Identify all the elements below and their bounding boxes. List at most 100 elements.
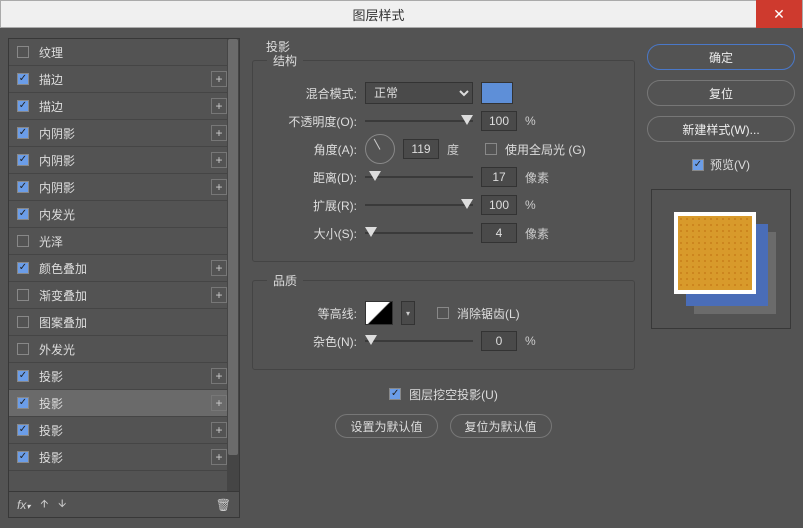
style-row[interactable]: 描边+: [9, 93, 239, 120]
style-row[interactable]: 描边+: [9, 66, 239, 93]
style-row[interactable]: 光泽: [9, 228, 239, 255]
quality-group: 品质 等高线: ▾ 消除锯齿(L) 杂色(N): %: [252, 272, 635, 370]
add-effect-icon[interactable]: +: [211, 395, 227, 411]
style-checkbox[interactable]: [17, 289, 29, 301]
style-checkbox[interactable]: [17, 262, 29, 274]
close-button[interactable]: ✕: [756, 0, 802, 28]
noise-unit: %: [525, 334, 555, 348]
size-unit: 像素: [525, 225, 555, 242]
scrollbar-thumb[interactable]: [228, 39, 238, 455]
noise-input[interactable]: [481, 331, 517, 351]
spread-input[interactable]: [481, 195, 517, 215]
style-checkbox[interactable]: [17, 100, 29, 112]
noise-slider[interactable]: [365, 334, 473, 348]
spread-unit: %: [525, 198, 555, 212]
style-row[interactable]: 渐变叠加+: [9, 282, 239, 309]
add-effect-icon[interactable]: +: [211, 422, 227, 438]
style-row[interactable]: 投影+: [9, 363, 239, 390]
trash-icon[interactable]: 🗑: [216, 498, 231, 512]
style-checkbox[interactable]: [17, 397, 29, 409]
style-row[interactable]: 投影+: [9, 417, 239, 444]
global-light-label: 使用全局光 (G): [505, 141, 586, 158]
noise-label: 杂色(N):: [267, 333, 357, 350]
style-row[interactable]: 内发光: [9, 201, 239, 228]
style-row[interactable]: 内阴影+: [9, 147, 239, 174]
size-input[interactable]: [481, 223, 517, 243]
angle-input[interactable]: [403, 139, 439, 159]
style-label: 外发光: [39, 341, 233, 358]
style-checkbox[interactable]: [17, 343, 29, 355]
style-checkbox[interactable]: [17, 73, 29, 85]
angle-dial[interactable]: [365, 134, 395, 164]
reset-default-button[interactable]: 复位为默认值: [450, 414, 552, 438]
distance-slider[interactable]: [365, 170, 473, 184]
distance-label: 距离(D):: [267, 169, 357, 186]
style-label: 投影: [39, 368, 211, 385]
preview-label: 预览(V): [710, 156, 750, 173]
move-down-icon[interactable]: 🡫: [58, 495, 66, 514]
contour-dropdown[interactable]: ▾: [401, 301, 415, 325]
blend-mode-label: 混合模式:: [267, 85, 357, 102]
style-label: 光泽: [39, 233, 233, 250]
style-checkbox[interactable]: [17, 46, 29, 58]
distance-input[interactable]: [481, 167, 517, 187]
style-row[interactable]: 内阴影+: [9, 174, 239, 201]
style-checkbox[interactable]: [17, 127, 29, 139]
style-checkbox[interactable]: [17, 316, 29, 328]
preview-box: [651, 189, 791, 329]
add-effect-icon[interactable]: +: [211, 287, 227, 303]
antialias-checkbox[interactable]: [437, 307, 449, 319]
add-effect-icon[interactable]: +: [211, 179, 227, 195]
style-checkbox[interactable]: [17, 451, 29, 463]
quality-legend: 品质: [267, 272, 303, 289]
style-row[interactable]: 颜色叠加+: [9, 255, 239, 282]
size-slider[interactable]: [365, 226, 473, 240]
title-bar: 图层样式 ✕: [0, 0, 803, 28]
styles-footer: fx▾ 🡩 🡫 🗑: [8, 492, 240, 518]
opacity-slider[interactable]: [365, 114, 473, 128]
style-label: 纹理: [39, 44, 233, 61]
scrollbar[interactable]: [227, 39, 239, 491]
ok-button[interactable]: 确定: [647, 44, 795, 70]
new-style-button[interactable]: 新建样式(W)...: [647, 116, 795, 142]
set-default-button[interactable]: 设置为默认值: [335, 414, 437, 438]
style-row[interactable]: 纹理: [9, 39, 239, 66]
style-label: 图案叠加: [39, 314, 233, 331]
style-checkbox[interactable]: [17, 424, 29, 436]
style-checkbox[interactable]: [17, 181, 29, 193]
contour-swatch[interactable]: [365, 301, 393, 325]
add-effect-icon[interactable]: +: [211, 125, 227, 141]
add-effect-icon[interactable]: +: [211, 260, 227, 276]
reset-button[interactable]: 复位: [647, 80, 795, 106]
panel-name: 投影: [266, 38, 290, 55]
global-light-checkbox[interactable]: [485, 143, 497, 155]
style-checkbox[interactable]: [17, 208, 29, 220]
style-row[interactable]: 图案叠加: [9, 309, 239, 336]
move-up-icon[interactable]: 🡩: [40, 495, 48, 514]
style-row[interactable]: 内阴影+: [9, 120, 239, 147]
style-row[interactable]: 投影+: [9, 444, 239, 471]
shadow-color-swatch[interactable]: [481, 82, 513, 104]
fx-menu[interactable]: fx▾: [17, 498, 30, 512]
style-checkbox[interactable]: [17, 235, 29, 247]
add-effect-icon[interactable]: +: [211, 71, 227, 87]
style-checkbox[interactable]: [17, 154, 29, 166]
style-row[interactable]: 外发光: [9, 336, 239, 363]
opacity-unit: %: [525, 114, 555, 128]
knockout-checkbox[interactable]: [389, 388, 401, 400]
preview-checkbox[interactable]: [692, 159, 704, 171]
add-effect-icon[interactable]: +: [211, 98, 227, 114]
spread-slider[interactable]: [365, 198, 473, 212]
add-effect-icon[interactable]: +: [211, 152, 227, 168]
main-area: 纹理描边+描边+内阴影+内阴影+内阴影+内发光光泽颜色叠加+渐变叠加+图案叠加外…: [0, 28, 803, 528]
style-checkbox[interactable]: [17, 370, 29, 382]
blend-mode-select[interactable]: 正常: [365, 82, 473, 104]
angle-unit: 度: [447, 141, 477, 158]
style-label: 内阴影: [39, 125, 211, 142]
style-label: 内阴影: [39, 179, 211, 196]
style-row[interactable]: 投影+: [9, 390, 239, 417]
style-label: 内阴影: [39, 152, 211, 169]
add-effect-icon[interactable]: +: [211, 368, 227, 384]
opacity-input[interactable]: [481, 111, 517, 131]
add-effect-icon[interactable]: +: [211, 449, 227, 465]
